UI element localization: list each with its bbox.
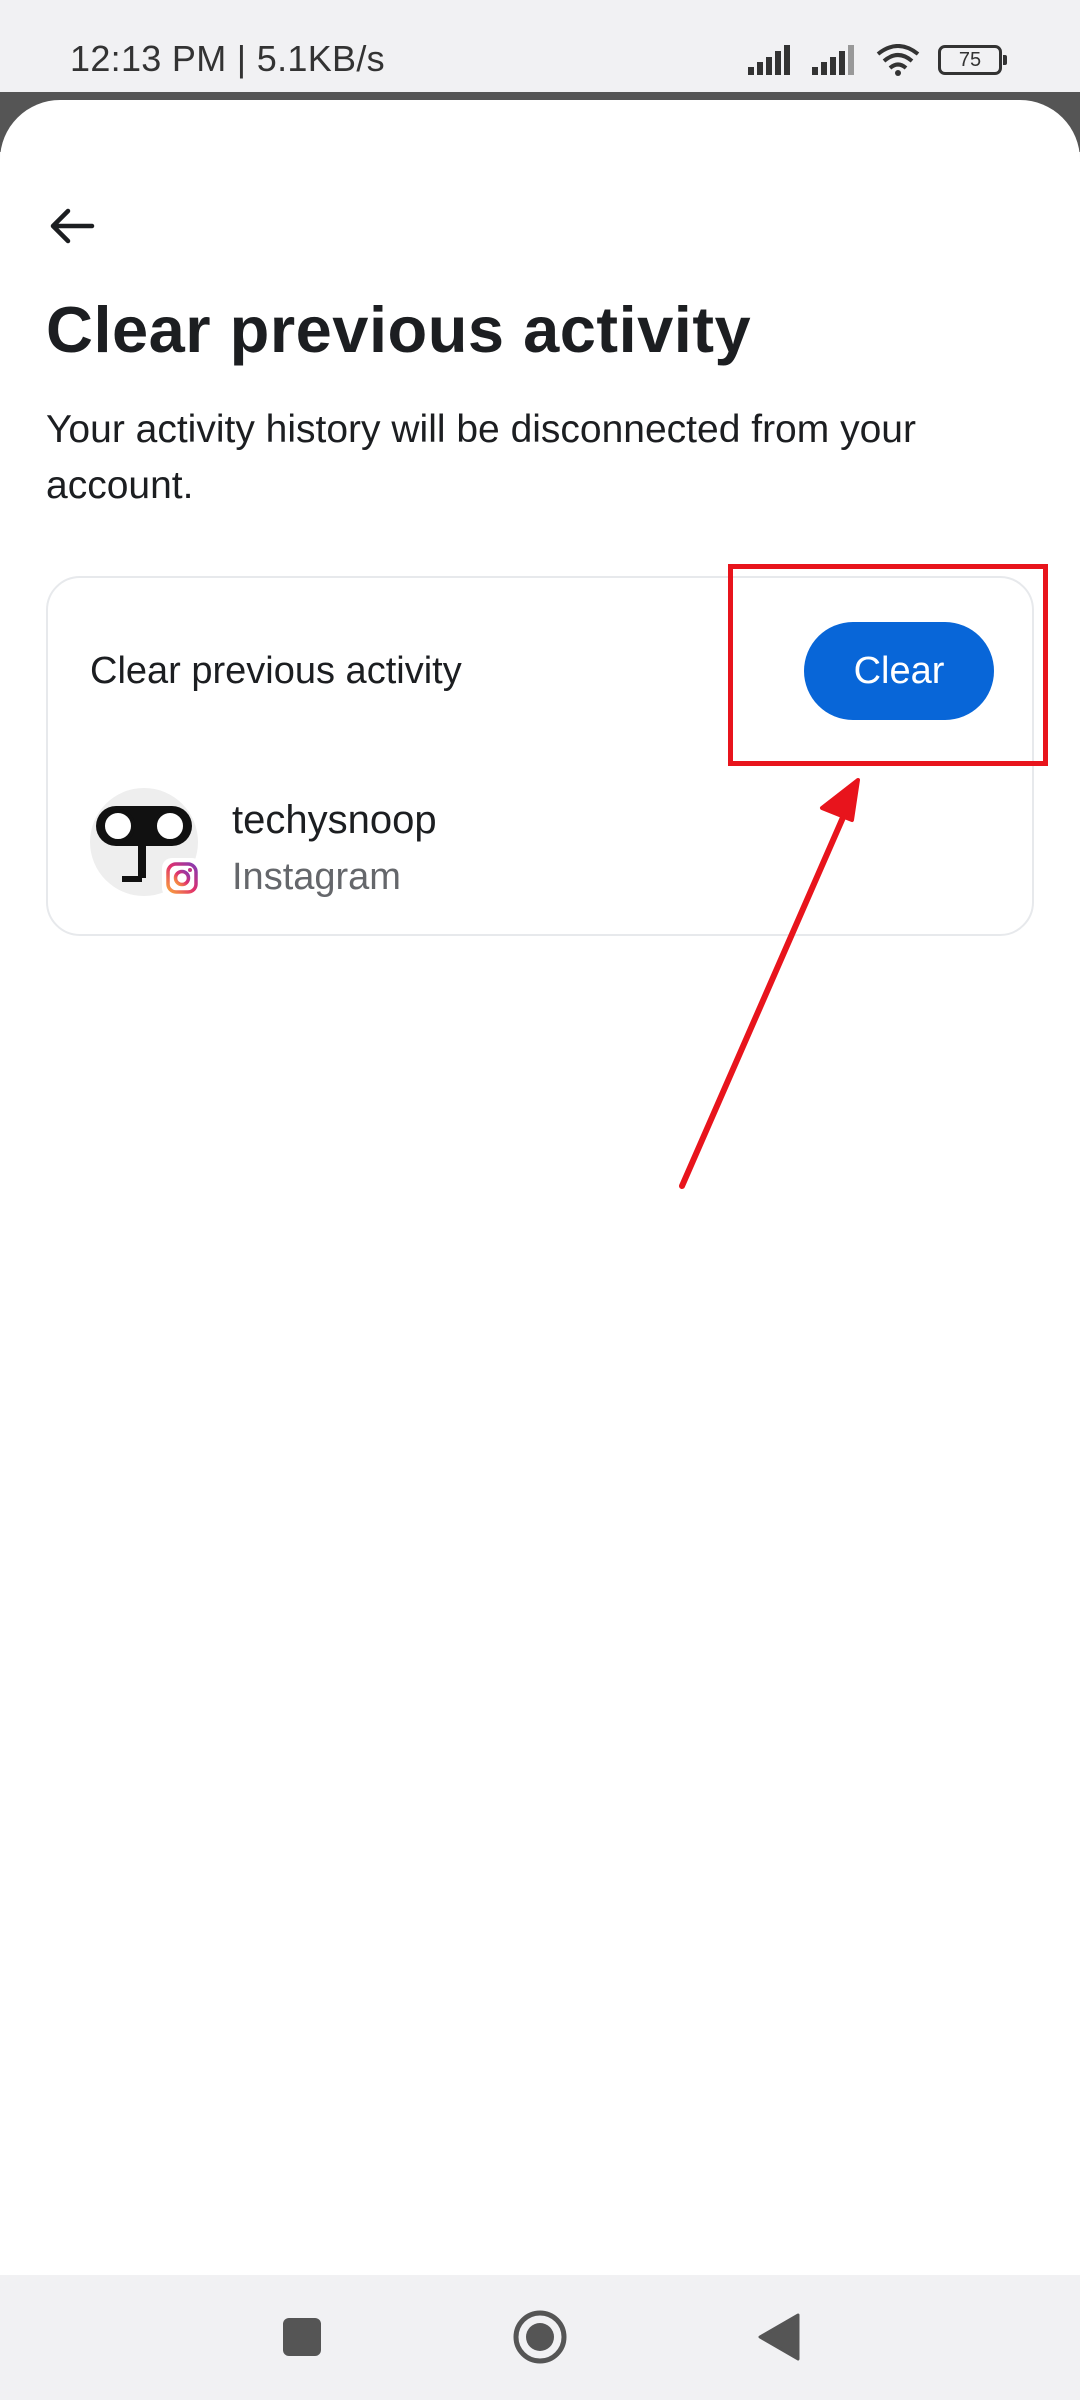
status-time: 12:13 PM | 5.1KB/s bbox=[70, 38, 385, 79]
triangle-back-icon bbox=[758, 2313, 800, 2361]
bottom-sheet: Clear previous activity Your activity hi… bbox=[0, 100, 1080, 2275]
wifi-icon bbox=[876, 44, 920, 76]
page-subtitle: Your activity history will be disconnect… bbox=[46, 408, 916, 507]
card-title: Clear previous activity bbox=[90, 650, 462, 692]
nav-recents-button[interactable] bbox=[270, 2305, 334, 2369]
battery-icon: 75 bbox=[938, 45, 1007, 75]
instagram-icon bbox=[166, 862, 198, 894]
account-row: techysnoop Instagram bbox=[90, 788, 970, 898]
annotation-highlight-box bbox=[728, 564, 1048, 766]
signal-icon-2 bbox=[812, 45, 854, 75]
account-app: Instagram bbox=[232, 856, 401, 898]
status-bar: 12:13 PM | 5.1KB/s 75 bbox=[0, 0, 1080, 92]
nav-back-button[interactable] bbox=[746, 2305, 810, 2369]
page-title: Clear previous activity bbox=[46, 293, 752, 366]
circle-icon bbox=[513, 2310, 567, 2364]
system-nav-bar bbox=[0, 2275, 1080, 2400]
battery-level: 75 bbox=[958, 48, 982, 71]
account-username: techysnoop bbox=[232, 798, 437, 842]
nav-home-button[interactable] bbox=[508, 2305, 572, 2369]
back-arrow-icon bbox=[50, 208, 95, 244]
square-icon bbox=[283, 2318, 321, 2356]
signal-icon bbox=[748, 45, 790, 75]
back-button[interactable] bbox=[36, 190, 108, 262]
instagram-badge bbox=[162, 858, 202, 898]
status-icons: 75 bbox=[748, 40, 1007, 80]
